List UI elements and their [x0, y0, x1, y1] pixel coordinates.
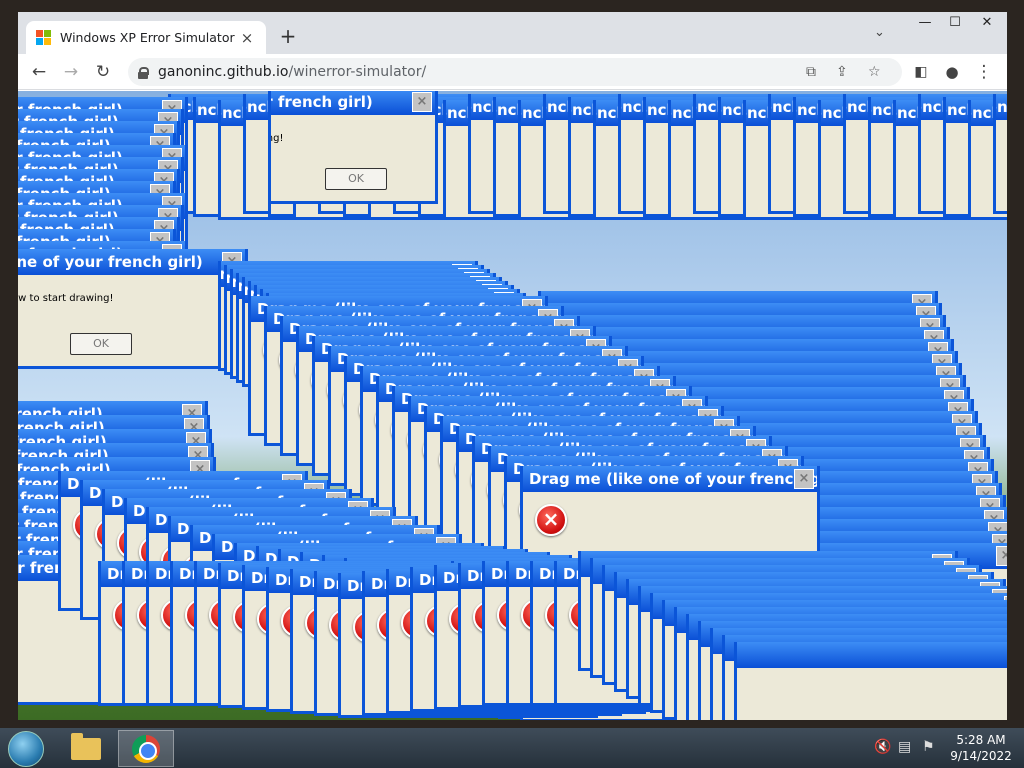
profile-icon[interactable]: ●: [939, 59, 965, 85]
open-in-app-icon[interactable]: ⧉: [806, 58, 816, 86]
dialog-title[interactable]: Drag me (like one of your french girl): [271, 91, 435, 115]
tab-strip: Windows XP Error Simulator × + ⌄ — ☐ ✕: [18, 12, 1007, 54]
error-x-icon: ×: [535, 504, 567, 536]
tab-winerror-simulator[interactable]: Windows XP Error Simulator ×: [26, 21, 266, 54]
kebab-menu-icon[interactable]: ⋮: [971, 59, 997, 85]
dialog-close-icon[interactable]: ×: [996, 546, 1007, 566]
side-panel-icon[interactable]: ◧: [908, 59, 934, 85]
file-explorer-icon[interactable]: [58, 730, 114, 767]
ok-button[interactable]: OK: [325, 168, 387, 190]
error-dialog[interactable]: Drag me (like one of your french girl)×M…: [18, 249, 248, 369]
chrome-taskbar-icon[interactable]: [118, 730, 174, 767]
dialog-message: Move this window to start drawing!: [271, 133, 284, 144]
minimize-icon[interactable]: —: [910, 12, 940, 36]
speaker-muted-icon[interactable]: 🔇: [874, 739, 891, 755]
clock-date: 9/14/2022: [950, 749, 1012, 763]
system-clock[interactable]: 5:28 AM 9/14/2022: [946, 732, 1016, 764]
new-tab-button[interactable]: +: [276, 24, 300, 48]
dialog-title[interactable]: Drag me (like one of your french girl): [18, 249, 245, 275]
dialog-title[interactable]: Drag me (like one of your french girl): [996, 94, 1007, 120]
forward-arrow-icon[interactable]: →: [58, 59, 84, 85]
action-center-flag-icon[interactable]: ⚑: [922, 739, 935, 755]
dialog-title[interactable]: Drag me (like one of your french girl): [737, 642, 1007, 668]
start-orb-icon[interactable]: [8, 731, 44, 767]
error-dialog[interactable]: Drag me (like one of your french girl)×: [734, 642, 1007, 720]
dialog-message: Move this window to start drawing!: [18, 293, 114, 304]
address-bar[interactable]: ganoninc.github.io/winerror-simulator/ ⧉…: [128, 58, 902, 86]
windows-logo-icon: [36, 29, 52, 46]
browser-toolbar: ← → ↻ ganoninc.github.io/winerror-simula…: [18, 54, 1007, 90]
maximize-icon[interactable]: ☐: [940, 12, 970, 36]
back-arrow-icon[interactable]: ←: [26, 59, 52, 85]
error-dialog[interactable]: Drag me (like one of your french girl)×: [993, 94, 1007, 214]
error-dialog[interactable]: Drag me (like one of your french girl)× M…: [268, 91, 438, 204]
tab-search-chevron-icon[interactable]: ⌄: [874, 25, 885, 40]
ok-button[interactable]: OK: [70, 333, 132, 355]
share-icon[interactable]: ⇪: [836, 58, 848, 86]
dialog-close-icon[interactable]: ×: [412, 92, 432, 112]
reload-icon[interactable]: ↻: [90, 59, 116, 85]
windows-taskbar: 🔇 ▤ ⚑ 5:28 AM 9/14/2022: [0, 728, 1024, 768]
close-window-icon[interactable]: ✕: [972, 12, 1002, 36]
url-text[interactable]: ganoninc.github.io/winerror-simulator/: [158, 64, 426, 80]
network-icon[interactable]: ▤: [898, 739, 911, 755]
tab-title: Windows XP Error Simulator: [60, 30, 235, 45]
chrome-browser-window: Windows XP Error Simulator × + ⌄ — ☐ ✕ ←…: [18, 12, 1007, 720]
clock-time: 5:28 AM: [956, 733, 1006, 747]
lock-icon[interactable]: [138, 66, 149, 79]
page-content-error-canvas[interactable]: Drag me (like one of your french girl)×O…: [18, 91, 1007, 720]
dialog-close-icon[interactable]: ×: [794, 469, 814, 489]
bookmark-star-icon[interactable]: ☆: [868, 58, 881, 86]
dialog-title[interactable]: Drag me (like one of your french girl): [523, 466, 817, 492]
tab-close-icon[interactable]: ×: [238, 29, 256, 47]
